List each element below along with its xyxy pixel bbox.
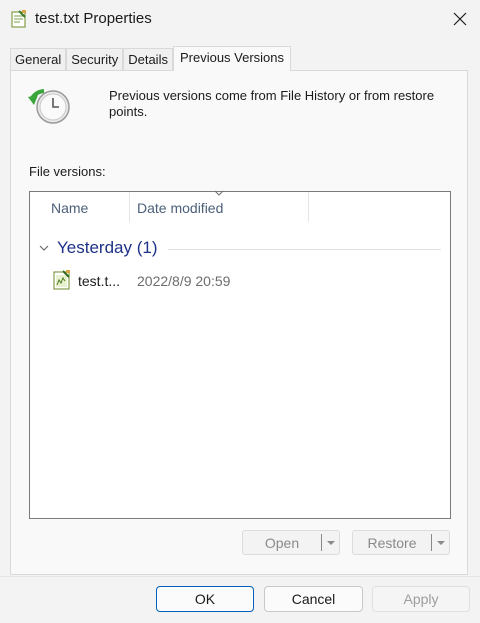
column-separator	[308, 192, 309, 222]
close-icon	[453, 12, 467, 26]
restore-button-label: Restore	[367, 534, 417, 551]
text-file-icon	[11, 10, 26, 28]
sort-descending-icon	[214, 190, 224, 196]
file-versions-label: File versions:	[29, 164, 106, 179]
ok-button[interactable]: OK	[156, 586, 254, 612]
tab-details[interactable]: Details	[123, 48, 173, 70]
file-item-date[interactable]: 2022/8/9 20:59	[137, 273, 230, 289]
text-file-icon	[53, 270, 70, 290]
open-dropdown-icon[interactable]	[322, 540, 339, 546]
tab-previous-versions[interactable]: Previous Versions	[172, 46, 292, 71]
cancel-button[interactable]: Cancel	[264, 586, 363, 612]
open-button-label: Open	[264, 534, 300, 551]
restore-button[interactable]: Restore	[352, 530, 450, 555]
close-button[interactable]	[440, 0, 480, 38]
tab-general[interactable]: General	[10, 48, 67, 70]
tab-security[interactable]: Security	[66, 48, 124, 70]
column-header-date-modified[interactable]: Date modified	[137, 200, 223, 216]
chevron-down-icon[interactable]	[38, 242, 50, 254]
restore-dropdown-icon[interactable]	[432, 540, 449, 546]
column-separator	[129, 192, 130, 222]
group-header[interactable]: Yesterday (1)	[57, 238, 157, 258]
group-divider	[168, 249, 441, 250]
column-header-name[interactable]: Name	[51, 200, 88, 216]
tab-strip: General Security Details Previous Versio…	[10, 46, 292, 71]
window-title: test.txt Properties	[35, 10, 152, 27]
file-item-name[interactable]: test.t...	[78, 273, 120, 289]
open-button[interactable]: Open	[242, 530, 340, 555]
restore-clock-icon	[28, 89, 70, 124]
description-text: Previous versions come from File History…	[109, 88, 435, 119]
apply-button[interactable]: Apply	[372, 586, 470, 612]
